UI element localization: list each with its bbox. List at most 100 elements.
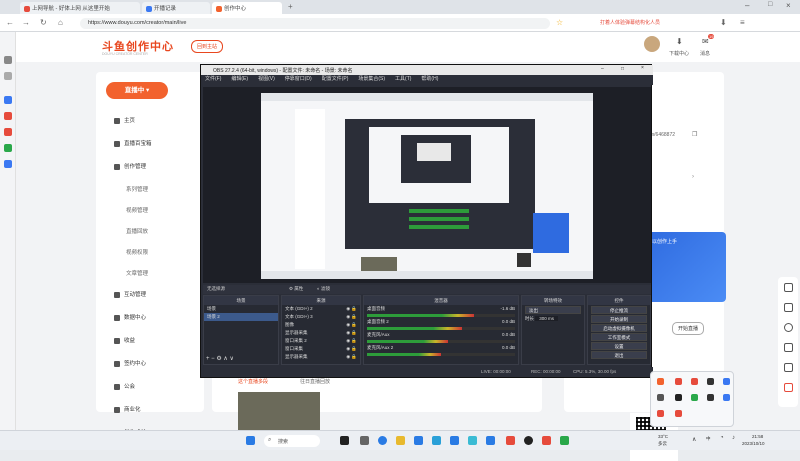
reload-icon[interactable]: ↻: [40, 18, 47, 27]
obs-menu-item[interactable]: 编辑(E): [231, 76, 248, 82]
tray-app-icon[interactable]: [675, 394, 682, 401]
taskbar-app-icon[interactable]: [486, 436, 495, 445]
file-explorer-icon[interactable]: [396, 436, 405, 445]
taskbar-app-icon[interactable]: [432, 436, 441, 445]
source-item[interactable]: 显示器采集 ◉ 🔒: [282, 329, 360, 337]
taskbar-app-icon[interactable]: [450, 436, 459, 445]
clock-time[interactable]: 21:58: [752, 434, 763, 439]
download-center-label[interactable]: 下载中心: [669, 50, 689, 57]
download-icon[interactable]: ⬇: [720, 18, 727, 27]
replay-thumbnail[interactable]: [238, 392, 320, 430]
minimize-icon[interactable]: –: [745, 1, 749, 10]
sidebar-item[interactable]: 收益: [114, 336, 135, 344]
obs-minimize-icon[interactable]: –: [601, 66, 604, 72]
sidebar-item[interactable]: 商业化: [114, 405, 141, 413]
obs-menu-item[interactable]: 工具(T): [395, 76, 411, 82]
source-item[interactable]: 图像 ◉ 🔒: [282, 321, 360, 329]
visibility-lock-icon[interactable]: ◉ 🔒: [346, 306, 357, 312]
duration-input[interactable]: 300 ms: [535, 316, 559, 321]
sidebar-tool-icon[interactable]: [4, 144, 12, 152]
properties-button[interactable]: ⚙ 属性: [289, 286, 303, 292]
menu-icon[interactable]: ≡: [740, 18, 745, 27]
url-field[interactable]: https://www.douyu.com/creator/main/live: [80, 18, 550, 29]
taskbar-app-icon[interactable]: [506, 436, 515, 445]
source-item[interactable]: 文本 (GDI+) 2 ◉ 🔒: [282, 305, 360, 313]
tray-app-icon[interactable]: [691, 394, 698, 401]
volume-icon[interactable]: ♪: [732, 435, 735, 441]
sidebar-tool-icon[interactable]: [4, 72, 12, 80]
recent-tab-2[interactable]: 往日直播回放: [300, 378, 330, 385]
obs-control-button[interactable]: 停止推流: [591, 306, 647, 314]
gift-icon[interactable]: [784, 383, 793, 392]
message-label[interactable]: 消息: [700, 50, 710, 57]
taskbar-search[interactable]: ⌕ 搜索: [264, 435, 320, 447]
obs-control-button[interactable]: 工作室模式: [591, 333, 647, 341]
feedback-icon[interactable]: [784, 343, 793, 352]
wifi-icon[interactable]: ◔: [720, 435, 724, 441]
filters-button[interactable]: ◐ 滤镜: [317, 286, 330, 292]
sidebar-item[interactable]: 公会: [114, 382, 135, 390]
chevron-right-icon[interactable]: ›: [692, 174, 694, 180]
tray-app-icon[interactable]: [675, 378, 682, 385]
help-icon[interactable]: [784, 323, 793, 332]
tray-app-icon[interactable]: [707, 394, 714, 401]
obs-menu-item[interactable]: 文件(F): [205, 76, 221, 82]
start-icon[interactable]: [246, 436, 255, 445]
message-icon[interactable]: ✉: [702, 37, 709, 46]
obs-control-button[interactable]: 开始录制: [591, 315, 647, 323]
forward-arrow-icon[interactable]: →: [22, 18, 30, 27]
volume-meter[interactable]: [367, 327, 515, 330]
sidebar-item[interactable]: 直播百宝箱: [114, 139, 152, 147]
sidebar-tool-icon[interactable]: [4, 96, 12, 104]
sidebar-item[interactable]: 文章管理: [126, 269, 148, 277]
sidebar-tool-icon[interactable]: [4, 112, 12, 120]
obs-control-button[interactable]: 启动虚拟摄像机: [591, 324, 647, 332]
taskbar-app-icon[interactable]: [414, 436, 423, 445]
avatar[interactable]: [644, 36, 660, 52]
sidebar-item[interactable]: 数据中心: [114, 313, 146, 321]
obs-maximize-icon[interactable]: □: [621, 66, 624, 72]
taskbar-app-icon[interactable]: [542, 436, 551, 445]
tray-app-icon[interactable]: [657, 394, 664, 401]
visibility-lock-icon[interactable]: ◉ 🔒: [346, 314, 357, 320]
edge-icon[interactable]: [378, 436, 387, 445]
obs-menu-item[interactable]: 停靠窗口(D): [285, 76, 312, 82]
tray-app-icon[interactable]: [657, 410, 664, 417]
obs-control-button[interactable]: 退出: [591, 351, 647, 359]
home-icon[interactable]: ⌂: [58, 18, 63, 27]
back-to-main-button[interactable]: 回到主站: [191, 40, 224, 53]
download-center-icon[interactable]: ⬇: [676, 37, 683, 46]
clock-date[interactable]: 2023/10/10: [742, 441, 765, 446]
sidebar-tool-icon[interactable]: [4, 160, 12, 168]
sidebar-item[interactable]: 主页: [114, 116, 135, 124]
taskbar-app-icon[interactable]: [360, 436, 369, 445]
obs-control-button[interactable]: 设置: [591, 342, 647, 350]
tray-app-icon[interactable]: [723, 394, 730, 401]
scene-item[interactable]: 场景 2: [204, 313, 278, 321]
sidebar-item[interactable]: 系列管理: [126, 185, 148, 193]
volume-meter[interactable]: [367, 314, 515, 317]
live-status-button[interactable]: 直播中 ▾: [106, 82, 168, 99]
tray-app-icon[interactable]: [707, 378, 714, 385]
source-item[interactable]: 窗口采集 2 ◉ 🔒: [282, 337, 360, 345]
tray-app-icon[interactable]: [675, 410, 682, 417]
star-icon[interactable]: ☆: [556, 18, 563, 27]
scene-add-remove-controls[interactable]: + − ⚙ ∧ ∨: [206, 355, 234, 362]
video-icon[interactable]: [784, 303, 793, 312]
language-indicator[interactable]: 中: [706, 436, 711, 442]
tray-app-icon[interactable]: [691, 378, 698, 385]
open-live-button[interactable]: 开始直播: [672, 322, 705, 335]
sidebar-item[interactable]: 签约中心: [114, 359, 146, 367]
sidebar-tool-icon[interactable]: [4, 128, 12, 136]
taskbar-app-icon[interactable]: [560, 436, 569, 445]
obs-menu-item[interactable]: 配置文件(P): [322, 76, 349, 82]
obs-close-icon[interactable]: ×: [641, 65, 644, 71]
obs-menu-item[interactable]: 场景集合(S): [358, 76, 385, 82]
recent-tab-1[interactable]: 这个直播多段: [238, 378, 268, 385]
sidebar-item[interactable]: 互动管理: [114, 290, 146, 298]
new-tab-icon[interactable]: +: [288, 2, 293, 11]
scene-item[interactable]: 场景: [204, 305, 278, 313]
browser-tab-1[interactable]: 上网导航 - 好体上网 从这里开始: [20, 2, 140, 14]
browser-tab-2[interactable]: 开播记录: [142, 2, 210, 14]
weather-temp[interactable]: 33°C: [658, 434, 668, 439]
